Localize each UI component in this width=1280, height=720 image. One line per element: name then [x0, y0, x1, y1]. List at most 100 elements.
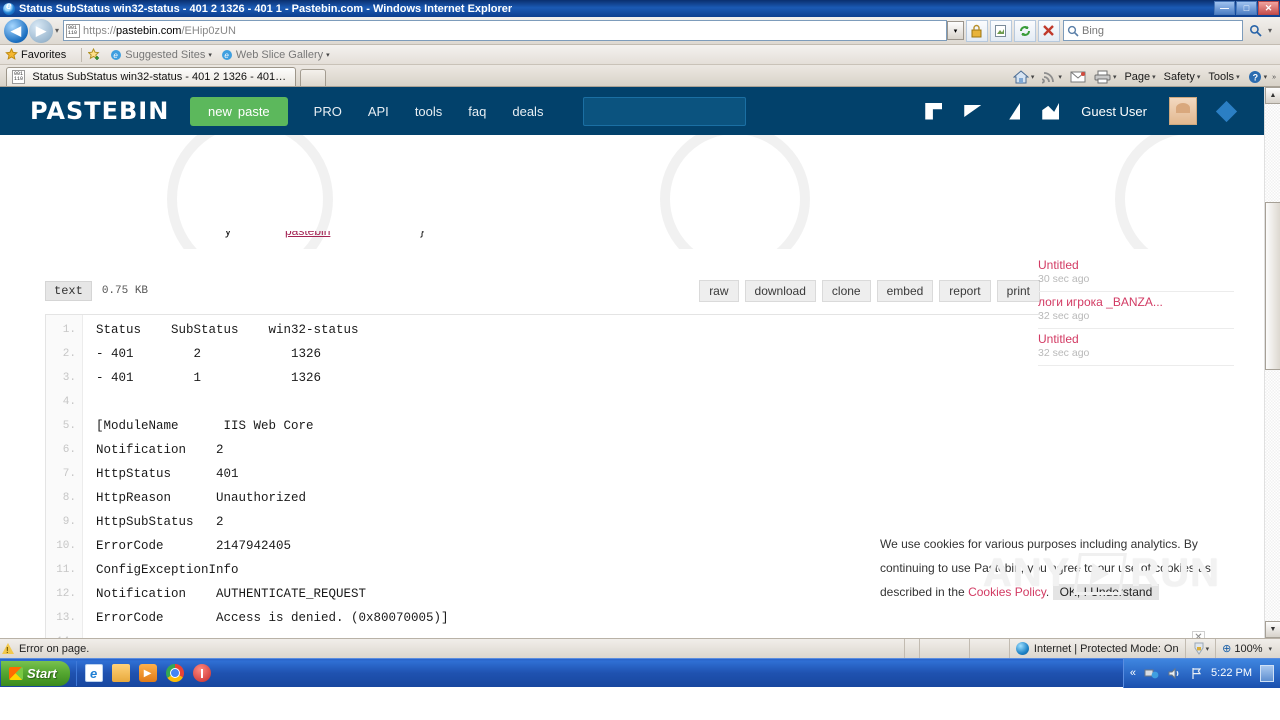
nav-api[interactable]: API: [368, 104, 389, 119]
safety-menu[interactable]: Safety ▾: [1161, 71, 1204, 83]
clipped-link[interactable]: pastebin: [285, 231, 330, 238]
scrollbar-thumb[interactable]: [1265, 202, 1280, 370]
chevron-down-icon[interactable]: ▾: [1236, 73, 1240, 81]
print-button[interactable]: ▾: [1091, 70, 1120, 84]
security-zone[interactable]: Internet | Protected Mode: On: [1008, 639, 1185, 658]
nav-faq[interactable]: faq: [468, 104, 486, 119]
avatar[interactable]: [1169, 97, 1197, 125]
protected-mode-indicator[interactable]: ▾: [1184, 639, 1216, 658]
paste-title[interactable]: логи игрока _BANZA...: [1038, 295, 1234, 309]
chevron-down-icon[interactable]: ▾: [1268, 645, 1272, 653]
taskbar-clock[interactable]: 5:22 PM: [1211, 667, 1252, 679]
refresh-button[interactable]: [1013, 19, 1036, 42]
chevron-down-icon[interactable]: ▾: [1264, 73, 1268, 81]
show-desktop-button[interactable]: [1260, 664, 1274, 682]
compatibility-view-icon[interactable]: [989, 19, 1012, 42]
command-bar-overflow[interactable]: »: [1272, 74, 1276, 81]
list-item[interactable]: Untitled 32 sec ago: [1038, 329, 1234, 366]
add-favorites-icon[interactable]: [88, 48, 101, 61]
list-item[interactable]: Untitled 30 sec ago: [1038, 255, 1234, 292]
chevron-down-icon[interactable]: ▾: [208, 51, 212, 59]
taskbar-internet-explorer[interactable]: e: [84, 664, 103, 682]
help-button[interactable]: ? ▾: [1245, 70, 1271, 84]
action-center-icon[interactable]: [1190, 667, 1203, 680]
close-button[interactable]: ✕: [1258, 1, 1279, 15]
search-provider-caret[interactable]: ▾: [1268, 26, 1272, 35]
layout-icon[interactable]: [925, 102, 943, 120]
browser-tab-active[interactable]: 001 110 Status SubStatus win32-status - 4…: [6, 67, 296, 86]
code-line: [ModuleName IIS Web Core: [96, 419, 314, 433]
error-icon[interactable]: [2, 643, 14, 655]
search-input[interactable]: Bing: [1062, 20, 1243, 41]
report-button[interactable]: report: [939, 280, 991, 302]
volume-icon[interactable]: [1167, 667, 1182, 680]
page-scrollbar[interactable]: ▲ ▼: [1264, 87, 1280, 638]
site-search-input[interactable]: [583, 96, 747, 126]
line-number: 4.: [62, 396, 76, 408]
window-controls[interactable]: — □ ✕: [1214, 1, 1279, 15]
chevron-down-icon[interactable]: ▾: [1031, 73, 1035, 81]
search-go-button[interactable]: [1245, 20, 1267, 42]
internet-explorer-icon: [3, 1, 15, 15]
address-dropdown-button[interactable]: ▾: [946, 21, 964, 40]
chevron-down-icon[interactable]: ▾: [1113, 73, 1117, 81]
site-logo[interactable]: PASTEBIN: [30, 97, 190, 125]
lock-icon[interactable]: [965, 19, 988, 42]
network-icon[interactable]: [1144, 667, 1159, 680]
taskbar-stop-app[interactable]: [192, 664, 211, 682]
chevron-down-icon[interactable]: ▾: [1206, 645, 1210, 653]
cookie-text-prefix: described in the: [880, 585, 969, 599]
home-button[interactable]: ▾: [1010, 70, 1038, 84]
stop-button[interactable]: [1037, 19, 1060, 42]
code-line: Status SubStatus win32-status: [96, 323, 359, 337]
chevron-down-icon[interactable]: ▾: [1058, 73, 1062, 81]
paste-title[interactable]: Untitled: [1038, 332, 1234, 346]
download-button[interactable]: download: [744, 280, 816, 302]
address-bar[interactable]: 001 110 https://pastebin.com/EHip0zUN: [63, 20, 947, 41]
embed-button[interactable]: embed: [876, 280, 934, 302]
taskbar-chrome[interactable]: [165, 664, 184, 682]
page-menu[interactable]: Page ▾: [1121, 71, 1158, 83]
maximize-button[interactable]: □: [1236, 1, 1257, 15]
raw-button[interactable]: raw: [699, 280, 739, 302]
back-button[interactable]: ◀: [4, 18, 28, 43]
diamond-icon[interactable]: [1215, 100, 1238, 122]
chevron-down-icon[interactable]: ▾: [326, 51, 330, 59]
tray-expand-button[interactable]: «: [1130, 667, 1136, 679]
new-tab-button[interactable]: [300, 69, 326, 86]
cookie-accept-button[interactable]: OK, I Understand: [1052, 584, 1160, 600]
status-spacer-1: [903, 639, 919, 658]
clone-button[interactable]: clone: [821, 280, 871, 302]
web-slice-gallery-item[interactable]: e Web Slice Gallery ▾: [221, 49, 330, 61]
suggested-sites-item[interactable]: e Suggested Sites ▾: [110, 49, 212, 61]
start-button[interactable]: Start: [1, 660, 70, 686]
nav-tools[interactable]: tools: [415, 104, 442, 119]
new-paste-button[interactable]: new paste: [190, 96, 288, 126]
chevron-down-icon[interactable]: ▾: [1197, 73, 1201, 81]
taskbar-windows-explorer[interactable]: [111, 664, 130, 682]
user-label[interactable]: Guest User: [1081, 104, 1147, 119]
nav-deals[interactable]: deals: [512, 104, 543, 119]
triangle-icon[interactable]: [1009, 102, 1021, 120]
cookies-policy-link[interactable]: Cookies Policy: [968, 585, 1046, 599]
chart-icon[interactable]: [1042, 102, 1060, 120]
envelope-icon[interactable]: [964, 105, 982, 117]
paste-format-badge[interactable]: text: [45, 281, 92, 301]
scroll-down-button[interactable]: ▼: [1265, 621, 1280, 638]
paste-title[interactable]: Untitled: [1038, 258, 1234, 272]
list-item[interactable]: логи игрока _BANZA... 32 sec ago: [1038, 292, 1234, 329]
recent-pages-caret[interactable]: ▾: [55, 26, 59, 35]
zoom-level[interactable]: ⊕ 100% ▾: [1215, 639, 1278, 658]
tools-menu[interactable]: Tools ▾: [1205, 71, 1242, 83]
favorites-button[interactable]: Favorites: [5, 48, 66, 61]
nav-pro[interactable]: PRO: [314, 104, 342, 119]
mail-button[interactable]: [1067, 71, 1089, 83]
scroll-up-button[interactable]: ▲: [1265, 87, 1280, 104]
taskbar-media-player[interactable]: ▶: [138, 664, 157, 682]
chevron-down-icon[interactable]: ▾: [1152, 73, 1156, 81]
feeds-button[interactable]: ▾: [1039, 70, 1065, 84]
minimize-button[interactable]: —: [1214, 1, 1235, 15]
page-favicon: 001 110: [66, 23, 81, 38]
forward-button[interactable]: ▶: [29, 18, 53, 43]
close-icon[interactable]: ✕: [1192, 631, 1205, 638]
